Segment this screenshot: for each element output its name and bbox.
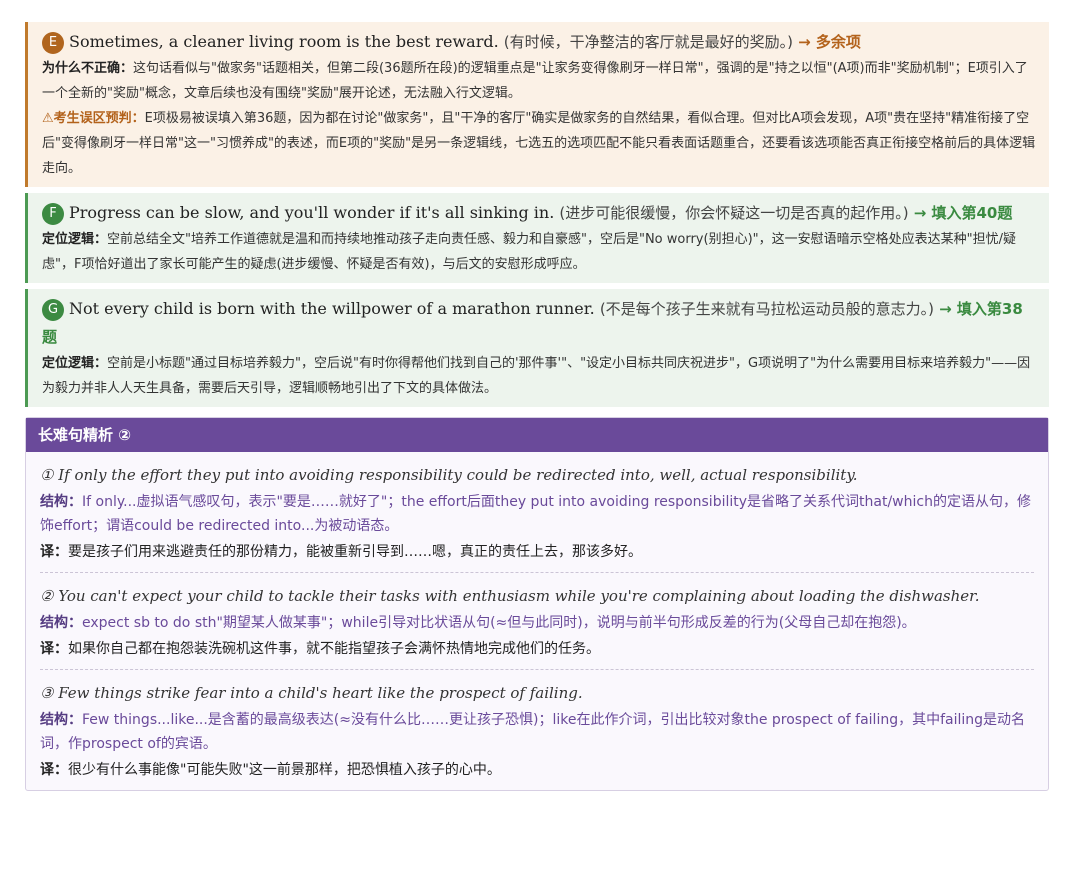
sentence-translation: 译：如果你自己都在抱怨装洗碗机这件事，就不能指望孩子会满怀热情地完成他们的任务。	[40, 635, 1034, 663]
translation-text: 很少有什么事能像"可能失败"这一前景那样，把恐惧植入孩子的心中。	[68, 762, 501, 778]
option-g-card: G Not every child is born with the willpo…	[25, 289, 1049, 407]
option-g-translation: (不是每个孩子生来就有马拉松运动员般的意志力。)	[599, 300, 935, 318]
logic-text: 空前是小标题"通过目标培养毅力"，空后说"有时你得帮他们找到自己的'那件事'"、…	[42, 356, 1031, 396]
structure-text: Few things...like...是含蓄的最高级表达(≈没有什么比……更让…	[40, 712, 1026, 752]
sentence-structure: 结构：expect sb to do sth"期望某人做某事"；while引导对…	[40, 611, 1034, 635]
sentence-translation: 译：很少有什么事能像"可能失败"这一前景那样，把恐惧植入孩子的心中。	[40, 756, 1034, 784]
translation-label: 译：	[40, 544, 68, 560]
pitfall-text: E项极易被误填入第36题，因为都在讨论"做家务"，且"干净的客厅"确实是做家务的…	[42, 111, 1036, 176]
option-g-badge: G	[42, 299, 64, 321]
analysis-title: 长难句精析 ②	[26, 418, 1048, 452]
sentence-analysis-2: ② You can't expect your child to tackle …	[40, 572, 1034, 669]
option-f-card: F Progress can be slow, and you'll wonder…	[25, 193, 1049, 283]
long-sentence-analysis: 长难句精析 ② ① If only the effort they put in…	[25, 417, 1049, 791]
reason-label: 为什么不正确：	[42, 61, 134, 76]
sentence-analysis-1: ① If only the effort they put into avoid…	[40, 452, 1034, 572]
option-e-reason: 为什么不正确：这句话看似与"做家务"话题相关，但第二段(36题所在段)的逻辑重点…	[42, 56, 1037, 106]
option-e-verdict: → 多余项	[798, 33, 861, 51]
structure-label: 结构：	[40, 712, 82, 728]
structure-label: 结构：	[40, 494, 82, 510]
sentence-english: ① If only the effort they put into avoid…	[40, 466, 858, 484]
logic-text: 空前总结全文"培养工作道德就是温和而持续地推动孩子走向责任感、毅力和自豪感"，空…	[42, 232, 1016, 272]
reason-text: 这句话看似与"做家务"话题相关，但第二段(36题所在段)的逻辑重点是"让家务变得…	[42, 61, 1028, 101]
option-f-heading: F Progress can be slow, and you'll wonder…	[42, 199, 1037, 227]
sentence-english: ② You can't expect your child to tackle …	[40, 587, 980, 605]
structure-text: If only...虚拟语气感叹句，表示"要是……就好了"；the effort…	[40, 494, 1031, 534]
structure-label: 结构：	[40, 615, 82, 631]
option-e-pitfall: ⚠考生误区预判：E项极易被误填入第36题，因为都在讨论"做家务"，且"干净的客厅…	[42, 106, 1037, 181]
option-e-translation: (有时候，干净整洁的客厅就是最好的奖励。)	[503, 33, 793, 51]
sentence-structure: 结构：If only...虚拟语气感叹句，表示"要是……就好了"；the eff…	[40, 490, 1034, 538]
option-g-logic: 定位逻辑：空前是小标题"通过目标培养毅力"，空后说"有时你得帮他们找到自己的'那…	[42, 351, 1037, 401]
option-e-sentence: Sometimes, a cleaner living room is the …	[69, 32, 499, 51]
translation-label: 译：	[40, 641, 68, 657]
option-e-heading: E Sometimes, a cleaner living room is the…	[42, 28, 1037, 56]
sentence-analysis-3: ③ Few things strike fear into a child's …	[40, 669, 1034, 790]
sentence-translation: 译：要是孩子们用来逃避责任的那份精力，能被重新引导到……嗯，真正的责任上去，那该…	[40, 538, 1034, 566]
option-f-translation: (进步可能很缓慢，你会怀疑这一切是否真的起作用。)	[559, 204, 909, 222]
translation-text: 要是孩子们用来逃避责任的那份精力，能被重新引导到……嗯，真正的责任上去，那该多好…	[68, 544, 642, 560]
option-f-verdict: → 填入第40题	[913, 204, 1013, 222]
option-f-badge: F	[42, 203, 64, 225]
option-g-sentence: Not every child is born with the willpow…	[69, 299, 595, 318]
pitfall-label: ⚠考生误区预判：	[42, 111, 145, 126]
option-e-card: E Sometimes, a cleaner living room is the…	[25, 22, 1049, 187]
sentence-structure: 结构：Few things...like...是含蓄的最高级表达(≈没有什么比……	[40, 708, 1034, 756]
page-content: E Sometimes, a cleaner living room is the…	[25, 22, 1049, 791]
translation-text: 如果你自己都在抱怨装洗碗机这件事，就不能指望孩子会满怀热情地完成他们的任务。	[68, 641, 600, 657]
option-f-logic: 定位逻辑：空前总结全文"培养工作道德就是温和而持续地推动孩子走向责任感、毅力和自…	[42, 227, 1037, 277]
option-f-sentence: Progress can be slow, and you'll wonder …	[69, 203, 555, 222]
option-e-badge: E	[42, 32, 64, 54]
logic-label: 定位逻辑：	[42, 232, 108, 247]
logic-label: 定位逻辑：	[42, 356, 108, 371]
sentence-english: ③ Few things strike fear into a child's …	[40, 684, 583, 702]
structure-text: expect sb to do sth"期望某人做某事"；while引导对比状语…	[82, 615, 916, 631]
option-g-heading: G Not every child is born with the willpo…	[42, 295, 1037, 351]
translation-label: 译：	[40, 762, 68, 778]
